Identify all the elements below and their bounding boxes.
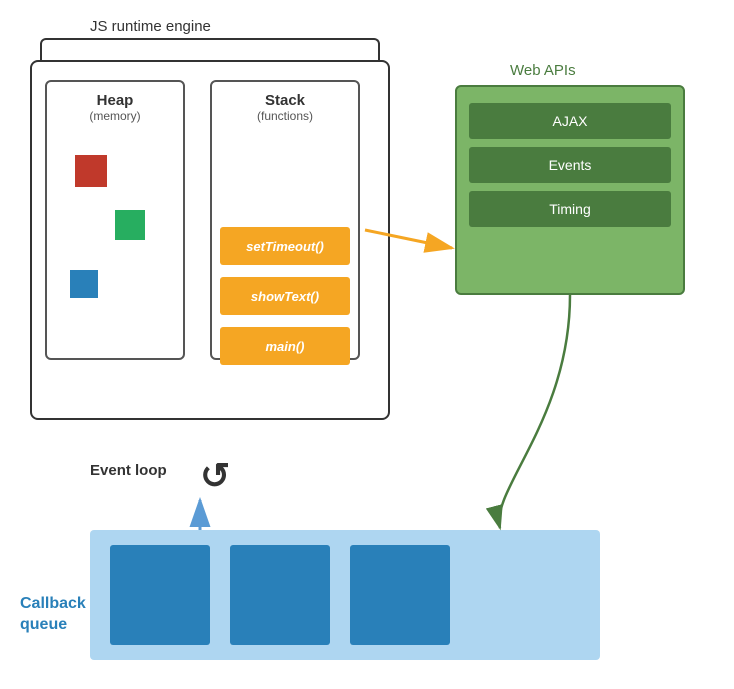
event-loop-label: Event loop	[90, 462, 167, 479]
callback-item-2	[230, 545, 330, 645]
stack-box: Stack (functions) setTimeout() showText(…	[210, 80, 360, 360]
callback-item-3	[350, 545, 450, 645]
callback-queue-box	[90, 530, 600, 660]
webapi-label: Web APIs	[510, 62, 576, 79]
callback-item-1	[110, 545, 210, 645]
heap-title: Heap	[47, 92, 183, 109]
webapi-events: Events	[469, 147, 671, 183]
stack-item-settimeout: setTimeout()	[220, 227, 350, 265]
heap-square-red	[75, 155, 107, 187]
js-runtime-label: JS runtime engine	[90, 18, 211, 35]
callback-queue-label: Callbackqueue	[20, 594, 86, 636]
stack-title: Stack	[212, 92, 358, 109]
heap-square-blue	[70, 270, 98, 298]
stack-item-main: main()	[220, 327, 350, 365]
stack-item-showtext: showText()	[220, 277, 350, 315]
heap-subtitle: (memory)	[47, 109, 183, 123]
heap-square-green	[115, 210, 145, 240]
loop-icon: ↺	[200, 455, 230, 497]
diagram: JS runtime engine Heap (memory) Stack (f…	[0, 0, 734, 689]
webapi-box: AJAX Events Timing	[455, 85, 685, 295]
stack-subtitle: (functions)	[212, 109, 358, 123]
arrow-timing-to-callback	[499, 295, 570, 528]
webapi-timing: Timing	[469, 191, 671, 227]
webapi-ajax: AJAX	[469, 103, 671, 139]
